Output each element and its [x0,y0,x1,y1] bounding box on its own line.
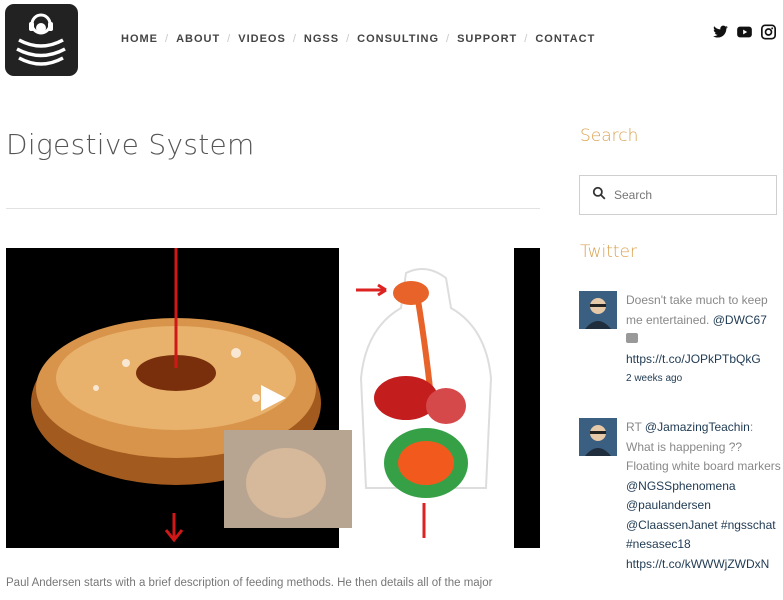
avatar[interactable] [579,291,617,329]
tweet-time[interactable]: 2 weeks ago [626,369,781,389]
nav-home[interactable]: HOME [121,33,158,45]
tweet-link[interactable]: https://t.co/kWWWjZWDxN [626,557,769,571]
instagram-icon[interactable] [760,24,777,40]
video-description: Paul Andersen starts with a brief descri… [6,577,493,589]
twitter-heading: Twitter [580,242,637,262]
main-nav: HOME / ABOUT / VIDEOS / NGSS / CONSULTIN… [121,33,595,45]
nav-separator: / [165,33,170,45]
nav-consulting[interactable]: CONSULTING [357,33,439,45]
nav-videos[interactable]: VIDEOS [238,33,286,45]
search-heading: Search [580,126,639,146]
tweet-prefix: RT [626,420,645,434]
title-divider [6,208,540,209]
search-icon [592,186,606,205]
photo-icon [626,333,638,343]
twitter-icon[interactable] [712,24,729,40]
tweet-mention[interactable]: @JamazingTeachin [645,420,750,434]
nav-separator: / [227,33,232,45]
nav-ngss[interactable]: NGSS [304,33,339,45]
nav-separator: / [292,33,297,45]
video-player[interactable] [6,248,540,548]
social-links [712,24,777,40]
tweet-mentions[interactable]: @NGSSphenomena @paulandersen @ClaassenJa… [626,479,776,552]
site-logo[interactable] [5,4,78,76]
page-title: Digestive System [6,128,255,161]
nav-separator: / [524,33,529,45]
nav-contact[interactable]: CONTACT [535,33,595,45]
search-field[interactable] [579,175,777,215]
nav-separator: / [446,33,451,45]
tweet-link[interactable]: https://t.co/JOPkPTbQkG [626,352,761,366]
avatar[interactable] [579,418,617,456]
nav-support[interactable]: SUPPORT [457,33,517,45]
youtube-icon[interactable] [736,24,753,40]
nav-separator: / [346,33,351,45]
search-input[interactable] [614,188,764,202]
tweet-mention[interactable]: @DWC67 [713,313,767,327]
nav-about[interactable]: ABOUT [176,33,220,45]
